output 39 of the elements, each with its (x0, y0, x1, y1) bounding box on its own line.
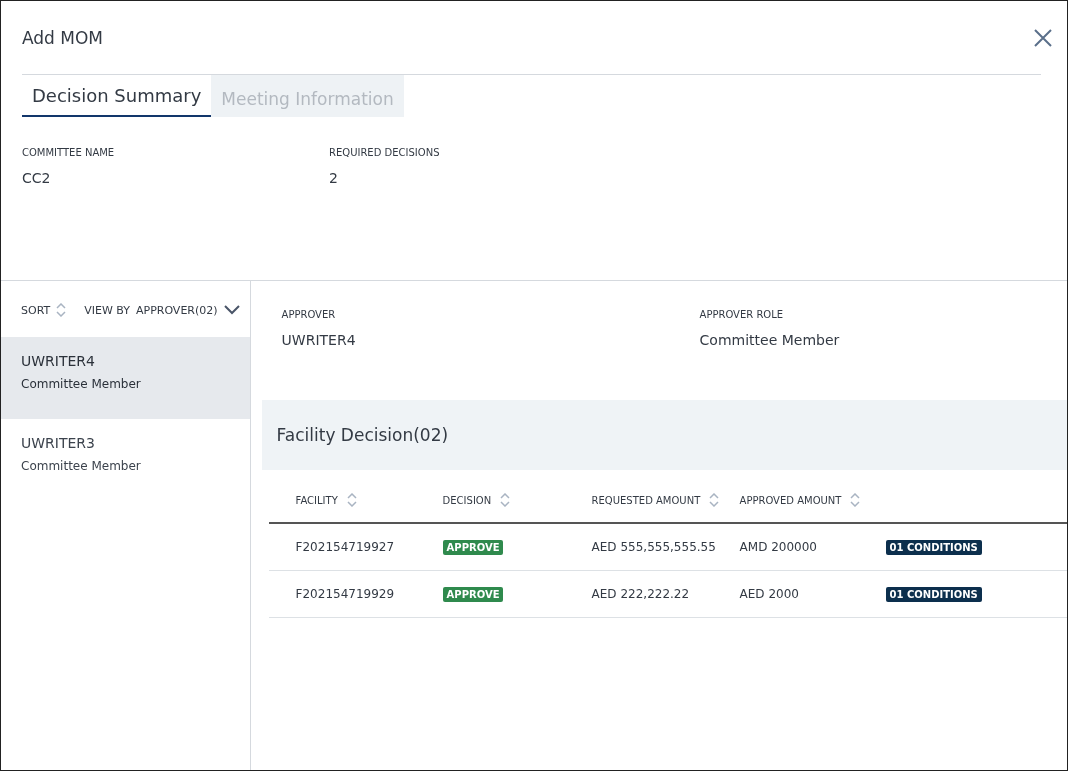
approver-list-item[interactable]: UWRITER4 Committee Member (1, 337, 250, 419)
field-value: 2 (329, 170, 339, 186)
close-icon (1033, 27, 1053, 48)
field-label: REQUIRED DECISIONS (329, 147, 441, 158)
field-value: CC2 (22, 170, 52, 186)
table-cell-text: AED 2000 (739, 587, 800, 601)
table-cell-text: AED 555,555,555.55 (591, 540, 717, 554)
field-value: Committee Member (699, 332, 841, 348)
conditions-badge[interactable]: 01 CONDITIONS (885, 586, 982, 602)
field-value: UWRITER4 (281, 332, 357, 348)
view-by-dropdown[interactable]: VIEW BY APPROVER(02) (84, 303, 240, 317)
approver-role: Committee Member (21, 377, 142, 391)
sort-icon (709, 493, 720, 507)
approver-name: UWRITER4 (21, 353, 96, 369)
field-label: COMMITTEE NAME (22, 147, 116, 158)
field-label: APPROVER (281, 309, 337, 320)
chevron-down-icon (223, 305, 240, 315)
close-button[interactable] (1033, 27, 1053, 48)
table-cell-text: AMD 200000 (739, 540, 818, 554)
column-header[interactable]: DECISION (442, 493, 592, 507)
sort-icon (56, 303, 67, 317)
column-header[interactable]: FACILITY (295, 493, 443, 507)
column-header[interactable]: APPROVED AMOUNT (739, 493, 886, 507)
column-header[interactable]: REQUESTED AMOUNT (591, 493, 740, 507)
decision-badge: APPROVE (442, 586, 504, 602)
table-cell-text: AED 222,222.22 (591, 587, 691, 601)
decision-badge: APPROVE (442, 539, 504, 555)
approver-name: UWRITER3 (21, 435, 96, 451)
sort-icon (850, 493, 861, 507)
approver-role: Committee Member (21, 459, 142, 473)
sort-icon (346, 493, 357, 507)
table-cell-text: F202154719929 (295, 587, 396, 601)
table-cell-text: F202154719927 (295, 540, 396, 554)
section-title: Facility Decision(02) (276, 425, 449, 445)
field-label: APPROVER ROLE (699, 309, 785, 320)
dialog-title: Add MOM (22, 27, 104, 48)
sort-button[interactable]: SORT (21, 303, 67, 317)
conditions-badge[interactable]: 01 CONDITIONS (885, 539, 982, 555)
sort-icon (500, 493, 511, 507)
